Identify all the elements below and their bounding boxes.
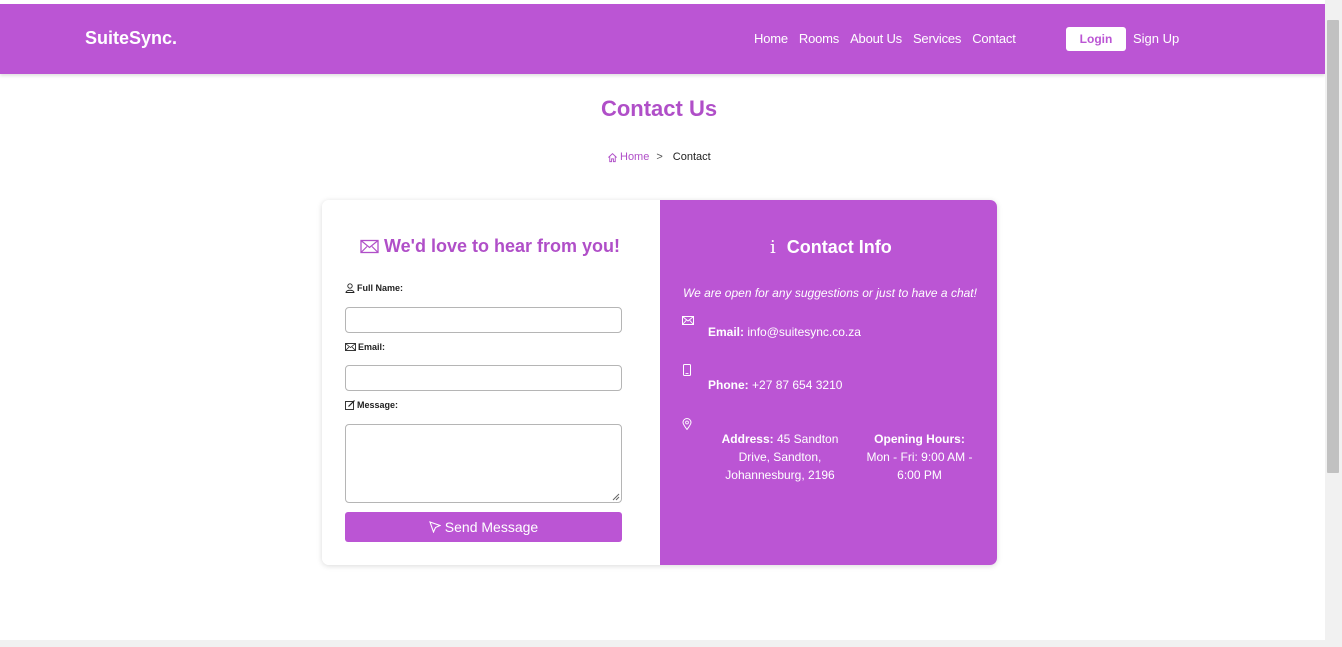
info-phone-value[interactable]: +27 87 654 3210 [752, 378, 842, 392]
info-heading: i Contact Info [770, 237, 892, 258]
contact-info-panel: i Contact Info We are open for any sugge… [660, 200, 997, 565]
send-message-label: Send Message [444, 519, 539, 535]
info-intro: We are open for any suggestions or just … [683, 286, 977, 300]
login-button[interactable]: Login [1066, 27, 1126, 51]
home-icon [607, 152, 618, 163]
contact-form: We'd love to hear from you! Full Name: E… [322, 200, 660, 565]
message-label-text: Message: [357, 400, 399, 410]
info-address: Address: 45 Sandton Drive, Sandton, Joha… [720, 430, 840, 484]
brand-logo[interactable]: SuiteSync. [85, 28, 177, 49]
info-email-value[interactable]: info@suitesync.co.za [747, 325, 861, 339]
info-hours: Opening Hours: Mon - Fri: 9:00 AM - 6:00… [862, 430, 977, 484]
info-phone-label: Phone: [708, 378, 749, 392]
breadcrumb-current: Contact [672, 151, 711, 163]
cursor-arrow-icon [428, 521, 445, 533]
info-phone: Phone: +27 87 654 3210 [708, 378, 842, 392]
info-email-label: Email: [708, 325, 745, 339]
nav-about-us[interactable]: About Us [850, 31, 902, 46]
breadcrumb-home-label: Home [620, 151, 650, 163]
scrollbar-thumb[interactable] [1327, 20, 1339, 473]
breadcrumb-home[interactable]: Home [607, 151, 649, 163]
contact-card: We'd love to hear from you! Full Name: E… [322, 200, 997, 565]
location-pin-icon [682, 417, 692, 435]
signup-link[interactable]: Sign Up [1133, 31, 1179, 46]
envelope-icon [360, 239, 384, 254]
envelope-icon [682, 312, 694, 330]
info-hours-label: Opening Hours: [874, 432, 965, 446]
info-address-line1: 45 Sandton [776, 432, 839, 446]
info-icon: i [770, 237, 776, 258]
nav-links: Home Rooms About Us Services Contact [754, 31, 1027, 46]
nav-services[interactable]: Services [913, 31, 961, 46]
breadcrumb: Home > Contact [607, 151, 711, 163]
breadcrumb-separator: > [656, 151, 663, 163]
person-icon [345, 283, 357, 293]
info-address-label: Address: [721, 432, 774, 446]
email-label-text: Email: [358, 342, 386, 352]
form-heading-text: We'd love to hear from you! [384, 236, 620, 256]
navbar: SuiteSync. Home Rooms About Us Services … [0, 4, 1325, 74]
pencil-square-icon [345, 400, 357, 410]
full-name-label-text: Full Name: [357, 283, 404, 293]
envelope-icon [345, 343, 358, 351]
message-textarea[interactable] [345, 424, 622, 503]
form-heading: We'd love to hear from you! [360, 236, 620, 257]
nav-home[interactable]: Home [754, 31, 788, 46]
info-heading-text: Contact Info [786, 237, 892, 257]
page: SuiteSync. Home Rooms About Us Services … [0, 0, 1325, 640]
email-label: Email: [345, 342, 385, 352]
full-name-label: Full Name: [345, 283, 403, 293]
info-address-line3: Johannesburg, 2196 [725, 468, 835, 482]
send-message-button[interactable]: Send Message [345, 512, 622, 542]
page-title: Contact Us [600, 96, 718, 121]
nav-rooms[interactable]: Rooms [799, 31, 839, 46]
message-label: Message: [345, 400, 398, 410]
info-email: Email: info@suitesync.co.za [708, 325, 861, 339]
full-name-input[interactable] [345, 307, 622, 333]
nav-contact[interactable]: Contact [972, 31, 1016, 46]
info-hours-line2: 6:00 PM [897, 468, 942, 482]
resize-handle-icon[interactable] [612, 493, 620, 501]
email-input[interactable] [345, 365, 622, 391]
info-hours-line1: Mon - Fri: 9:00 AM - [866, 450, 973, 464]
info-address-line2: Drive, Sandton, [738, 450, 822, 464]
phone-icon [682, 363, 692, 381]
